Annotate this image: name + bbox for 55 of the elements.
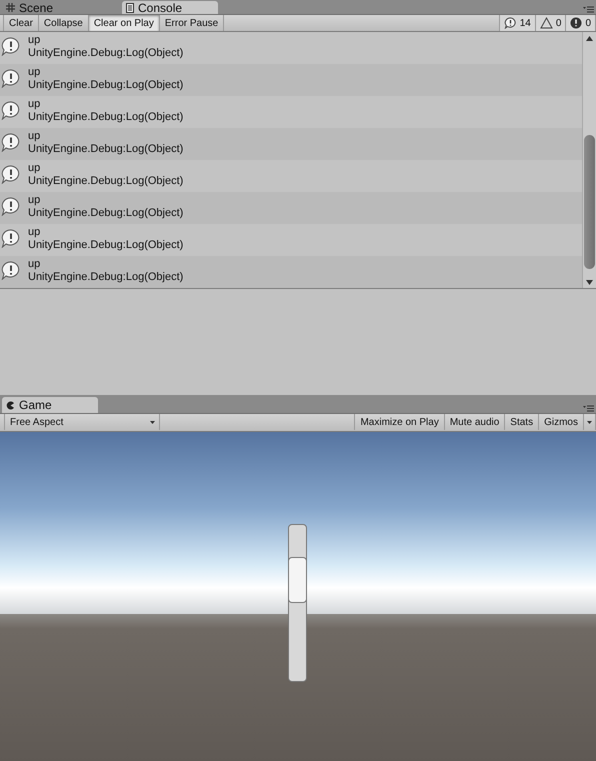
pacman-icon <box>6 400 15 410</box>
menu-icon[interactable] <box>583 6 594 13</box>
panel-tab[interactable]: Console <box>122 1 218 14</box>
log-filter-toggle[interactable]: 14 <box>498 15 536 31</box>
aspect-dropdown[interactable]: Free Aspect <box>4 414 160 430</box>
info-bubble-icon <box>1 197 21 216</box>
info-bubble-icon <box>1 69 21 88</box>
log-stack-trace: UnityEngine.Debug:Log(Object) <box>28 239 184 252</box>
log-stack-trace: UnityEngine.Debug:Log(Object) <box>28 47 184 60</box>
toolbar-button[interactable]: Clear on Play <box>88 15 160 31</box>
log-filter-toggle[interactable]: 0 <box>534 15 566 31</box>
scrollbar[interactable] <box>582 32 596 288</box>
log-message: up <box>28 98 42 111</box>
info-bubble-icon <box>1 133 21 152</box>
log-stack-trace: UnityEngine.Debug:Log(Object) <box>28 207 184 220</box>
log-message: up <box>28 130 42 143</box>
menu-icon[interactable] <box>583 405 594 412</box>
log-message: up <box>28 66 42 79</box>
info-bubble-icon <box>504 17 517 29</box>
error-icon <box>570 17 582 29</box>
log-stack-trace: UnityEngine.Debug:Log(Object) <box>28 143 184 156</box>
warning-icon <box>540 17 553 29</box>
log-entry[interactable]: up UnityEngine.Debug:Log(Object) <box>0 192 582 224</box>
log-entry[interactable]: up UnityEngine.Debug:Log(Object) <box>0 128 582 160</box>
info-bubble-icon <box>1 101 21 120</box>
toolbar-button[interactable]: Stats <box>504 414 540 430</box>
info-bubble-icon <box>1 261 21 280</box>
log-message: up <box>28 162 42 175</box>
log-message: up <box>28 194 42 207</box>
log-entry[interactable]: up UnityEngine.Debug:Log(Object) <box>0 64 582 96</box>
caret-icon <box>150 420 155 424</box>
caret-icon <box>587 420 592 424</box>
info-bubble-icon <box>1 165 21 184</box>
scroll-up-icon <box>586 36 593 41</box>
info-bubble-icon <box>1 37 21 56</box>
log-message: up <box>28 258 42 271</box>
log-stack-trace: UnityEngine.Debug:Log(Object) <box>28 111 184 124</box>
log-filter-toggle[interactable]: 0 <box>565 15 596 31</box>
log-message: up <box>28 226 42 239</box>
toolbar-button[interactable]: Error Pause <box>158 15 224 31</box>
toolbar-button[interactable]: Gizmos <box>538 414 584 430</box>
log-stack-trace: UnityEngine.Debug:Log(Object) <box>28 175 184 188</box>
panel-tab[interactable]: Game <box>2 397 98 413</box>
document-icon <box>126 2 134 12</box>
log-stack-trace: UnityEngine.Debug:Log(Object) <box>28 79 184 92</box>
toolbar-button[interactable]: Clear <box>3 15 39 31</box>
grid-icon <box>6 3 15 12</box>
scroll-down-icon <box>586 280 593 285</box>
log-message: up <box>28 34 42 47</box>
log-entry[interactable]: up UnityEngine.Debug:Log(Object) <box>0 256 582 288</box>
info-bubble-icon <box>1 229 21 248</box>
vertical-scrollbar[interactable] <box>288 524 307 682</box>
toolbar-button[interactable]: Mute audio <box>444 414 506 430</box>
toolbar-button[interactable]: Maximize on Play <box>354 414 445 430</box>
log-stack-trace: UnityEngine.Debug:Log(Object) <box>28 271 184 284</box>
